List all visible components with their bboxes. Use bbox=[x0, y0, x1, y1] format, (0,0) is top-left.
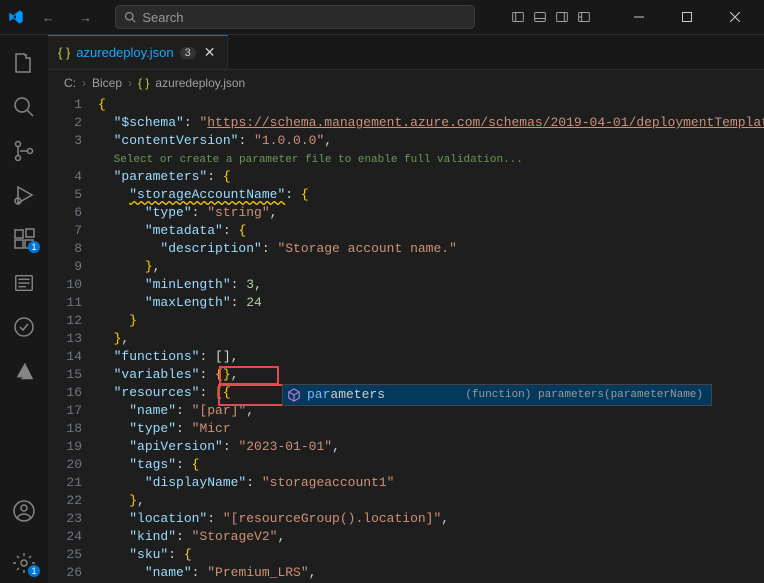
editor-tab[interactable]: { } azuredeploy.json 3 ✕ bbox=[48, 35, 228, 69]
code-line[interactable]: "apiVersion": "2023-01-01", bbox=[98, 438, 764, 456]
chevron-right-icon: › bbox=[82, 76, 86, 90]
code-line[interactable]: }, bbox=[98, 258, 764, 276]
chevron-right-icon: › bbox=[128, 76, 132, 90]
code-line[interactable]: "type": "string", bbox=[98, 204, 764, 222]
layout-customize-icon[interactable] bbox=[576, 9, 592, 25]
code-line[interactable]: "kind": "StorageV2", bbox=[98, 528, 764, 546]
code-line[interactable]: "$schema": "https://schema.management.az… bbox=[98, 114, 764, 132]
extensions-badge: 1 bbox=[28, 241, 40, 253]
tab-problems-count: 3 bbox=[180, 47, 196, 59]
code-line[interactable]: "maxLength": 24 bbox=[98, 294, 764, 312]
azure-icon[interactable] bbox=[0, 351, 48, 391]
settings-gear-icon[interactable]: 1 bbox=[0, 543, 48, 583]
code-line[interactable]: "type": "Micr bbox=[98, 420, 764, 438]
layout-right-icon[interactable] bbox=[554, 9, 570, 25]
intellisense-popup[interactable]: parameters (function) parameters(paramet… bbox=[282, 384, 712, 406]
output-icon[interactable] bbox=[0, 263, 48, 303]
extensions-icon[interactable]: 1 bbox=[0, 219, 48, 259]
code-line[interactable]: "variables": {}, bbox=[98, 366, 764, 384]
code-line[interactable]: } bbox=[98, 312, 764, 330]
layout-left-icon[interactable] bbox=[510, 9, 526, 25]
search-activity-icon[interactable] bbox=[0, 87, 48, 127]
method-icon bbox=[287, 388, 301, 402]
code-line[interactable]: "tags": { bbox=[98, 456, 764, 474]
code-content[interactable]: parameters (function) parameters(paramet… bbox=[98, 96, 764, 583]
tab-close-icon[interactable]: ✕ bbox=[202, 44, 218, 61]
code-editor[interactable]: 1234567891011121314151617181920212223242… bbox=[48, 96, 764, 583]
breadcrumb-root[interactable]: C: bbox=[64, 76, 76, 90]
code-line[interactable]: "name": "Premium_LRS", bbox=[98, 564, 764, 582]
code-line[interactable]: "displayName": "storageaccount1" bbox=[98, 474, 764, 492]
tab-filename: azuredeploy.json bbox=[76, 45, 173, 60]
accounts-icon[interactable] bbox=[0, 491, 48, 531]
code-line[interactable]: "sku": { bbox=[98, 546, 764, 564]
nav-back-icon[interactable]: ← bbox=[36, 10, 61, 25]
layout-bottom-icon[interactable] bbox=[532, 9, 548, 25]
intellisense-hint: (function) parameters(parameterName) bbox=[465, 386, 707, 404]
code-line[interactable]: "location": "[resourceGroup().location]"… bbox=[98, 510, 764, 528]
activity-bar: 1 1 bbox=[0, 35, 48, 583]
code-line[interactable]: }, bbox=[98, 492, 764, 510]
window-minimize-button[interactable] bbox=[618, 2, 660, 32]
code-line[interactable]: "functions": [], bbox=[98, 348, 764, 366]
json-file-icon: { } bbox=[138, 76, 149, 90]
code-line[interactable]: "storageAccountName": { bbox=[98, 186, 764, 204]
explorer-icon[interactable] bbox=[0, 43, 48, 83]
intellisense-match: par bbox=[307, 387, 330, 402]
search-placeholder: Search bbox=[142, 10, 183, 25]
window-maximize-button[interactable] bbox=[666, 2, 708, 32]
code-line[interactable]: "description": "Storage account name." bbox=[98, 240, 764, 258]
vscode-icon bbox=[8, 9, 24, 25]
code-line[interactable]: { bbox=[98, 96, 764, 114]
code-line[interactable]: "contentVersion": "1.0.0.0", bbox=[98, 132, 764, 150]
breadcrumb-folder[interactable]: Bicep bbox=[92, 76, 122, 90]
source-control-icon[interactable] bbox=[0, 131, 48, 171]
command-center-search[interactable]: Search bbox=[115, 5, 475, 29]
intellisense-rest: ameters bbox=[330, 387, 385, 402]
code-line[interactable]: }, bbox=[98, 330, 764, 348]
code-line[interactable]: Select or create a parameter file to ena… bbox=[98, 150, 764, 168]
settings-badge: 1 bbox=[28, 565, 40, 577]
testing-icon[interactable] bbox=[0, 307, 48, 347]
editor-tab-bar: { } azuredeploy.json 3 ✕ ⋯ bbox=[48, 35, 764, 70]
json-file-icon: { } bbox=[58, 45, 70, 60]
run-debug-icon[interactable] bbox=[0, 175, 48, 215]
intellisense-item[interactable]: parameters (function) parameters(paramet… bbox=[283, 385, 711, 405]
search-icon bbox=[124, 11, 136, 23]
nav-forward-icon[interactable]: → bbox=[73, 10, 98, 25]
breadcrumb-file[interactable]: azuredeploy.json bbox=[155, 76, 245, 90]
line-number-gutter: 1234567891011121314151617181920212223242… bbox=[48, 96, 98, 583]
title-bar: ← → Search bbox=[0, 0, 764, 35]
breadcrumb[interactable]: C: › Bicep › { } azuredeploy.json bbox=[48, 70, 764, 96]
code-line[interactable]: "parameters": { bbox=[98, 168, 764, 186]
window-close-button[interactable] bbox=[714, 2, 756, 32]
code-line[interactable]: "metadata": { bbox=[98, 222, 764, 240]
code-line[interactable]: "minLength": 3, bbox=[98, 276, 764, 294]
